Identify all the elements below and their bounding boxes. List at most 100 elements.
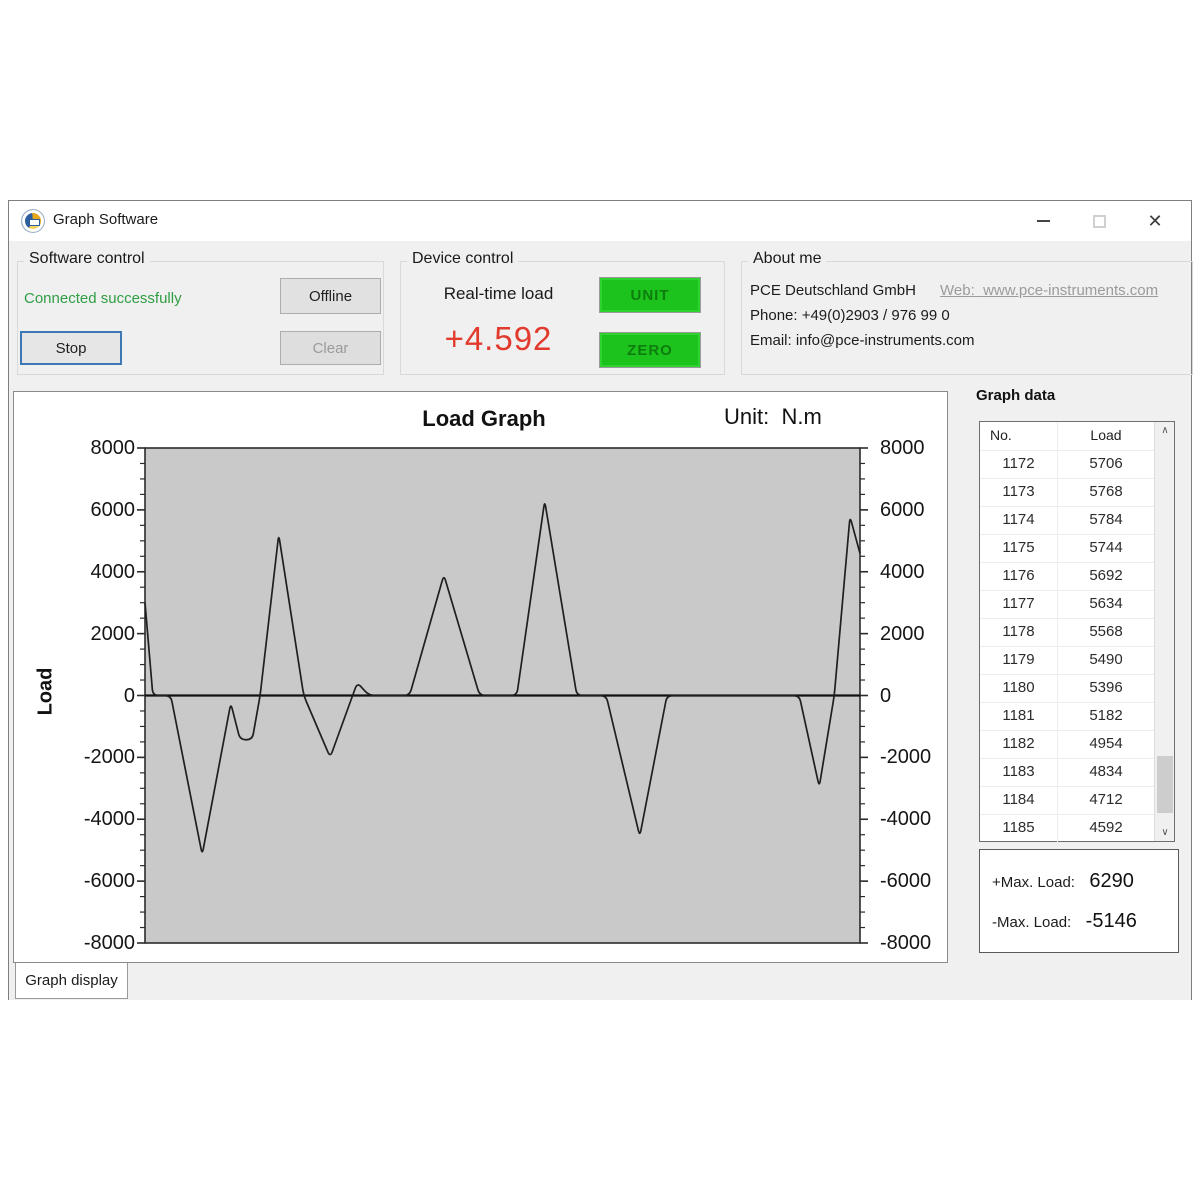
y-axis-tick-label: 8000 [880,437,960,459]
table-scrollbar[interactable]: ∧ ∨ [1154,422,1174,841]
cell-no: 1180 [980,679,1057,696]
cell-no: 1183 [980,763,1057,780]
cell-no: 1173 [980,483,1057,500]
cell-no: 1177 [980,595,1057,612]
software-control-legend: Software control [24,250,150,268]
about-group: About me PCE Deutschland GmbH Web: www.p… [741,261,1193,375]
cell-load: 5490 [1058,651,1154,668]
maximize-icon [1093,215,1106,228]
y-axis-tick-label: -2000 [55,746,135,768]
table-row[interactable]: 11725706 [980,451,1154,479]
cell-load: 5706 [1058,455,1154,472]
y-axis-tick-label: 4000 [55,561,135,583]
table-row[interactable]: 11735768 [980,479,1154,507]
table-row[interactable]: 11844712 [980,787,1154,815]
chart-unit-label: Unit: N.m [724,404,822,430]
zero-button[interactable]: ZERO [599,332,701,368]
web-label: Web: [940,282,975,299]
table-header: No. Load [980,422,1154,451]
cell-load: 5784 [1058,511,1154,528]
stop-button[interactable]: Stop [20,331,122,365]
tab-strip: Graph display [9,963,1191,1000]
about-legend: About me [748,250,826,268]
column-header-load: Load [1058,427,1154,443]
table-row[interactable]: 11785568 [980,619,1154,647]
max-load-box: +Max. Load: 6290 -Max. Load: -5146 [979,849,1179,953]
table-row[interactable]: 11805396 [980,675,1154,703]
page: Graph Software ✕ Software control Connec… [0,0,1200,1200]
cell-no: 1172 [980,455,1057,472]
cell-load: 4712 [1058,791,1154,808]
cell-no: 1174 [980,511,1057,528]
device-control-legend: Device control [407,250,518,268]
cell-load: 5396 [1058,679,1154,696]
table-row[interactable]: 11765692 [980,563,1154,591]
max-negative-row: -Max. Load: -5146 [992,910,1137,933]
offline-button[interactable]: Offline [280,278,381,314]
table-row[interactable]: 11745784 [980,507,1154,535]
y-axis-tick-label: -6000 [55,870,135,892]
cell-load: 5634 [1058,595,1154,612]
cell-load: 5692 [1058,567,1154,584]
y-axis-tick-label: 0 [55,685,135,707]
scroll-down-button[interactable]: ∨ [1155,824,1175,841]
y-axis-tick-label: -4000 [880,808,960,830]
cell-load: 4592 [1058,819,1154,836]
y-axis-tick-label: 0 [880,685,960,707]
table-row[interactable]: 11824954 [980,731,1154,759]
max-positive-value: 6290 [1089,870,1134,892]
minimize-button[interactable] [1015,201,1071,241]
clear-button[interactable]: Clear [280,331,381,365]
maximize-button[interactable] [1071,201,1127,241]
software-control-group: Software control Connected successfully … [17,261,384,375]
unit-button[interactable]: UNIT [599,277,701,313]
tab-graph-display[interactable]: Graph display [15,963,128,999]
scrollbar-thumb[interactable] [1157,756,1173,813]
connection-status: Connected successfully [24,290,182,307]
cell-load: 4954 [1058,735,1154,752]
web-url: www.pce-instruments.com [983,282,1158,299]
cell-no: 1181 [980,707,1057,724]
y-axis-tick-label: 8000 [55,437,135,459]
y-axis-tick-label: 2000 [880,623,960,645]
graph-data-table: No. Load 1172570611735768117457841175574… [979,421,1175,842]
cell-no: 1178 [980,623,1057,640]
y-axis-tick-label: 4000 [880,561,960,583]
chart-title: Load Graph [344,406,624,432]
cell-no: 1179 [980,651,1057,668]
cell-load: 5568 [1058,623,1154,640]
cell-no: 1175 [980,539,1057,556]
y-axis-tick-label: -8000 [880,932,960,954]
cell-no: 1176 [980,567,1057,584]
device-control-group: Device control Real-time load +4.592 UNI… [400,261,725,375]
close-button[interactable]: ✕ [1127,201,1183,241]
y-axis-tick-label: -6000 [880,870,960,892]
table-row[interactable]: 11815182 [980,703,1154,731]
website-link[interactable]: Web: www.pce-instruments.com [940,282,1158,299]
y-axis-tick-label: -8000 [55,932,135,954]
column-header-no: No. [990,427,1012,443]
cell-no: 1182 [980,735,1057,752]
scroll-up-button[interactable]: ∧ [1155,422,1175,439]
max-negative-value: -5146 [1086,910,1137,932]
app-icon [21,209,45,233]
table-row[interactable]: 11795490 [980,647,1154,675]
table-row[interactable]: 11834834 [980,759,1154,787]
minimize-icon [1037,220,1050,222]
email-line: Email: info@pce-instruments.com [750,332,974,349]
y-axis-tick-label: -4000 [55,808,135,830]
app-window: Graph Software ✕ Software control Connec… [8,200,1192,1000]
table-row[interactable]: 11775634 [980,591,1154,619]
company-name: PCE Deutschland GmbH [750,282,916,299]
cell-load: 5744 [1058,539,1154,556]
cell-no: 1185 [980,819,1057,836]
phone-line: Phone: +49(0)2903 / 976 99 0 [750,307,950,324]
load-chart [135,447,870,946]
cell-load: 5182 [1058,707,1154,724]
title-bar: Graph Software ✕ [9,201,1191,241]
graph-panel: Load Graph Unit: N.m Load 80008000600060… [13,391,948,963]
table-row[interactable]: 11854592 [980,815,1154,843]
realtime-load-value: +4.592 [431,320,566,358]
table-row[interactable]: 11755744 [980,535,1154,563]
y-axis-tick-label: -2000 [880,746,960,768]
